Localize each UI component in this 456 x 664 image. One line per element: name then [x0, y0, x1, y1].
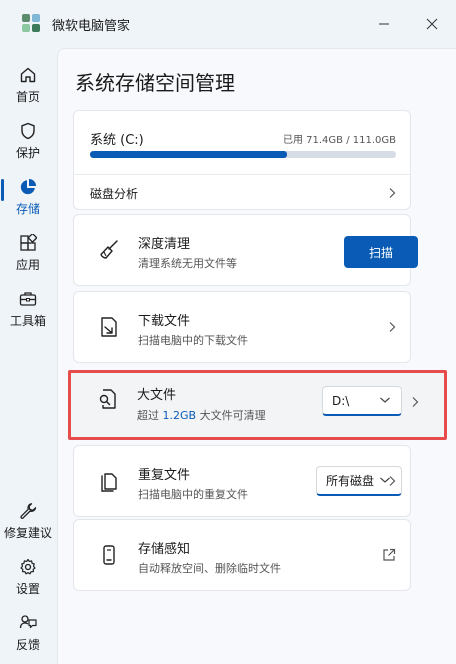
storage-usage-fill — [90, 151, 287, 158]
sidebar-item-apps[interactable]: 应用 — [0, 230, 56, 282]
app-title: 微软电脑管家 — [52, 19, 131, 34]
storage-sense-card[interactable]: 存储感知 自动释放空间、删除临时文件 — [73, 519, 411, 591]
minimize-button[interactable] — [370, 10, 398, 38]
file-search-icon — [99, 389, 116, 409]
wrench-icon — [20, 503, 37, 519]
scan-button[interactable]: 扫描 — [344, 236, 418, 268]
close-icon — [426, 18, 438, 30]
duplicates-title: 重复文件 — [138, 468, 191, 483]
close-button[interactable] — [418, 10, 446, 38]
storage-usage-bar — [90, 151, 396, 158]
broom-icon — [100, 240, 118, 259]
sidebar-item-label: 首页 — [15, 90, 40, 104]
sidebar-item-label: 修复建议 — [3, 526, 52, 540]
sidebar: 首页 保护 存储 应用 工具箱 修复建议 设置 反馈 — [0, 48, 56, 664]
deep-clean-desc: 清理系统无用文件等 — [138, 257, 237, 270]
phone-icon — [103, 545, 115, 565]
drive-select-value: D:\ — [332, 393, 350, 408]
sidebar-item-feedback[interactable]: 反馈 — [0, 610, 56, 662]
title-bar: 微软电脑管家 — [0, 0, 456, 48]
download-file-icon — [101, 317, 117, 337]
duplicates-scope-value: 所有磁盘 — [326, 474, 375, 488]
deep-clean-card: 深度清理 清理系统无用文件等 扫描 — [73, 214, 418, 286]
sidebar-item-label: 保护 — [15, 146, 40, 160]
large-files-title: 大文件 — [137, 388, 177, 403]
deep-clean-title: 深度清理 — [138, 237, 191, 252]
home-icon — [20, 67, 36, 83]
apps-icon — [20, 234, 37, 251]
downloads-title: 下载文件 — [138, 314, 191, 329]
sidebar-item-label: 反馈 — [15, 638, 40, 652]
main-content: 系统存储空间管理 系统 (C:) 已用 71.4GB / 111.0GB 磁盘分… — [57, 48, 456, 664]
chevron-right-icon — [389, 188, 396, 198]
sidebar-item-label: 设置 — [15, 582, 40, 596]
storage-sense-title: 存储感知 — [138, 542, 191, 557]
app-logo-icon — [22, 14, 40, 32]
gear-icon — [20, 558, 36, 575]
minimize-icon — [379, 23, 389, 25]
chevron-down-icon — [380, 397, 390, 403]
chevron-right-icon — [412, 397, 419, 407]
feedback-icon — [19, 615, 37, 629]
drive-select[interactable]: D:\ — [322, 386, 402, 416]
downloads-desc: 扫描电脑中的下载文件 — [138, 334, 248, 347]
duplicates-card[interactable]: 重复文件 扫描电脑中的重复文件 所有磁盘 — [73, 445, 411, 517]
shield-icon — [21, 122, 35, 140]
large-files-desc-suffix: 大文件可清理 — [196, 409, 266, 422]
sidebar-item-toolbox[interactable]: 工具箱 — [0, 286, 56, 338]
sidebar-item-home[interactable]: 首页 — [0, 62, 56, 114]
chevron-right-icon — [389, 322, 396, 332]
disk-analysis-row[interactable]: 磁盘分析 — [74, 175, 410, 211]
sidebar-item-label: 工具箱 — [9, 314, 46, 328]
chevron-right-icon — [389, 476, 396, 486]
external-link-icon[interactable] — [382, 548, 396, 562]
sidebar-item-repair[interactable]: 修复建议 — [0, 498, 56, 550]
sidebar-item-settings[interactable]: 设置 — [0, 554, 56, 606]
storage-sense-desc: 自动释放空间、删除临时文件 — [138, 562, 281, 575]
sidebar-item-label: 应用 — [15, 258, 40, 272]
disk-analysis-label: 磁盘分析 — [90, 187, 139, 201]
pie-chart-icon — [20, 179, 36, 195]
sidebar-item-label: 存储 — [15, 202, 40, 216]
duplicates-desc: 扫描电脑中的重复文件 — [138, 488, 248, 501]
sidebar-item-storage[interactable]: 存储 — [0, 174, 56, 226]
downloads-card[interactable]: 下载文件 扫描电脑中的下载文件 — [73, 291, 411, 363]
sidebar-item-protect[interactable]: 保护 — [0, 118, 56, 170]
page-title: 系统存储空间管理 — [75, 71, 235, 95]
large-files-desc: 超过 1.2GB 大文件可清理 — [137, 407, 266, 423]
large-files-size: 1.2GB — [162, 409, 197, 422]
large-files-desc-prefix: 超过 — [137, 409, 163, 422]
toolbox-icon — [19, 292, 37, 306]
drive-card: 系统 (C:) 已用 71.4GB / 111.0GB 磁盘分析 — [73, 110, 411, 210]
large-files-card[interactable]: 大文件 超过 1.2GB 大文件可清理 D:\ — [68, 370, 447, 440]
duplicate-file-icon — [101, 473, 117, 492]
drive-name: 系统 (C:) — [90, 133, 144, 148]
drive-usage: 已用 71.4GB / 111.0GB — [282, 135, 396, 146]
